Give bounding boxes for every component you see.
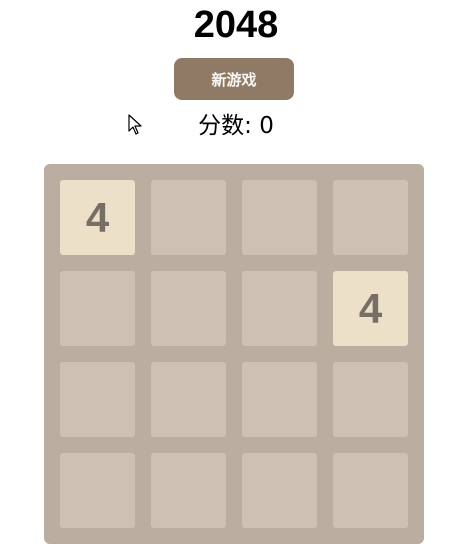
- empty-cell: [242, 271, 317, 346]
- empty-cell: [333, 453, 408, 528]
- empty-cell: [60, 271, 135, 346]
- tile-4: 4: [60, 180, 135, 255]
- mouse-pointer-icon: [128, 114, 142, 135]
- empty-cell: [242, 362, 317, 437]
- empty-cell: [151, 271, 226, 346]
- empty-cell: [60, 453, 135, 528]
- tile-4: 4: [333, 271, 408, 346]
- game-app: 2048 新游戏 分数: 0 4 4: [0, 0, 472, 554]
- score-display: 分数: 0: [198, 113, 274, 139]
- empty-cell: [151, 453, 226, 528]
- empty-cell: [151, 180, 226, 255]
- empty-cell: [60, 362, 135, 437]
- empty-cell: [242, 453, 317, 528]
- empty-cell: [242, 180, 317, 255]
- game-title: 2048: [193, 4, 279, 46]
- new-game-button[interactable]: 新游戏: [174, 58, 294, 100]
- game-board[interactable]: 4 4: [44, 164, 424, 544]
- empty-cell: [151, 362, 226, 437]
- empty-cell: [333, 180, 408, 255]
- empty-cell: [333, 362, 408, 437]
